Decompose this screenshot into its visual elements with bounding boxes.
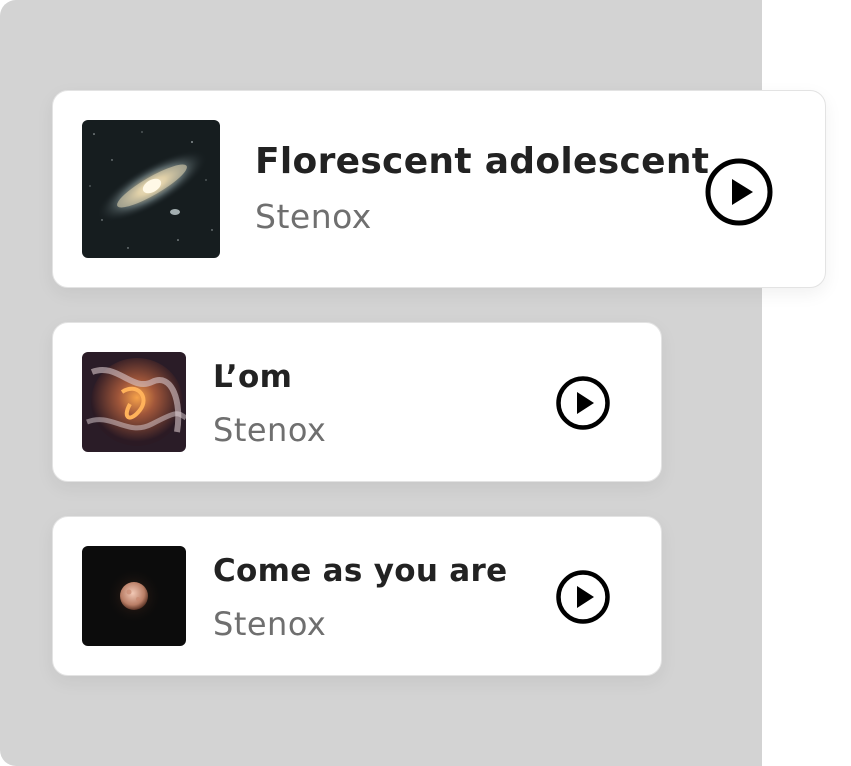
track-card[interactable]: Come as you are Stenox [52, 516, 662, 676]
play-button[interactable] [555, 375, 611, 431]
track-card-featured[interactable]: Florescent adolescent Stenox [52, 90, 826, 288]
track-card[interactable]: L’om Stenox [52, 322, 662, 482]
track-title: Come as you are [213, 553, 508, 589]
track-artist: Stenox [255, 197, 372, 236]
track-title: Florescent adolescent [255, 141, 710, 182]
galaxy-artwork [82, 120, 220, 258]
play-circle-icon [555, 569, 611, 625]
track-title: L’om [213, 359, 293, 395]
play-circle-icon [555, 375, 611, 431]
play-circle-icon [704, 157, 774, 227]
track-artist: Stenox [213, 411, 327, 449]
track-artist: Stenox [213, 605, 327, 643]
play-button[interactable] [704, 157, 774, 227]
play-button[interactable] [555, 569, 611, 625]
abstract-flame-artwork [82, 352, 186, 452]
moon-artwork [82, 546, 186, 646]
